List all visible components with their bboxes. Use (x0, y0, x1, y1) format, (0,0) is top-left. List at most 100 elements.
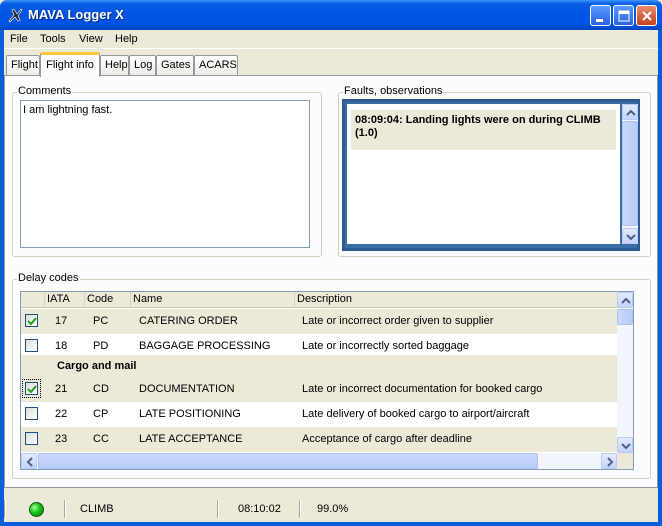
tab-log[interactable]: Log (129, 55, 156, 76)
row-checkbox[interactable] (25, 382, 38, 395)
comments-textarea[interactable]: I am lightning fast. (20, 100, 310, 248)
table-row[interactable]: 23 CC LATE ACCEPTANCE Acceptance of carg… (21, 427, 617, 452)
row-checkbox[interactable] (25, 314, 38, 327)
cell-code: PD (93, 340, 109, 352)
chevron-down-icon (621, 443, 631, 450)
cell-description: Late or incorrectly sorted baggage (302, 340, 469, 352)
tab-strip: Flight Flight info Help Log Gates ACARS (4, 52, 658, 77)
tab-acars[interactable]: ACARS (194, 55, 238, 76)
faults-list[interactable]: 08:09:04: Landing lights were on during … (347, 104, 620, 244)
chevron-up-icon (626, 109, 636, 116)
cell-name: DOCUMENTATION (139, 383, 235, 395)
group-title: Cargo and mail (57, 360, 137, 372)
delay-codes-grid[interactable]: IATA Code Name Description 17 PC CATERIN… (20, 291, 634, 470)
chevron-right-icon (607, 457, 614, 467)
faults-list-frame: 08:09:04: Landing lights were on during … (342, 99, 640, 251)
cell-name: BAGGAGE PROCESSING (139, 340, 271, 352)
maximize-button[interactable] (613, 5, 634, 26)
cell-code: CD (93, 383, 109, 395)
checkmark-icon (27, 317, 37, 326)
scroll-thumb[interactable] (38, 453, 538, 469)
scroll-left-button[interactable] (21, 453, 37, 469)
status-percent: 99.0% (317, 503, 349, 515)
scroll-thumb[interactable] (617, 309, 633, 325)
comments-label: Comments (17, 85, 73, 97)
scrollbar-corner (617, 453, 633, 469)
header-iata[interactable]: IATA (45, 292, 85, 308)
cell-iata: 23 (55, 433, 68, 445)
chevron-left-icon (26, 457, 33, 467)
group-row: Cargo and mail (21, 355, 617, 377)
header-description[interactable]: Description (295, 292, 617, 308)
status-bar: CLIMB 08:10:02 99.0% (4, 496, 658, 522)
cell-code: CC (93, 433, 109, 445)
row-checkbox[interactable] (25, 407, 38, 420)
header-check (21, 292, 45, 308)
plane-icon (8, 8, 23, 23)
status-separator (299, 500, 301, 518)
checkmark-icon (27, 385, 37, 394)
menu-view[interactable]: View (79, 33, 103, 45)
header-code[interactable]: Code (85, 292, 131, 308)
table-row[interactable]: 17 PC CATERING ORDER Late or incorrect o… (21, 309, 617, 334)
table-row[interactable]: 22 CP LATE POSITIONING Late delivery of … (21, 402, 617, 427)
cell-name: LATE ACCEPTANCE (139, 433, 243, 445)
cell-name: CATERING ORDER (139, 315, 238, 327)
menu-file[interactable]: File (10, 33, 28, 45)
fault-item[interactable]: 08:09:04: Landing lights were on during … (351, 110, 616, 150)
comments-group: Comments I am lightning fast. (12, 85, 322, 257)
menu-help[interactable]: Help (115, 33, 138, 45)
chevron-up-icon (621, 297, 631, 304)
grid-vertical-scrollbar[interactable] (617, 292, 633, 453)
cell-iata: 17 (55, 315, 68, 327)
window-title: MAVA Logger X (28, 7, 124, 22)
status-separator (64, 500, 66, 518)
delay-codes-group: Delay codes IATA Code Name Description 1… (12, 272, 651, 479)
tab-flight[interactable]: Flight (6, 55, 40, 76)
faults-scrollbar[interactable] (622, 104, 638, 244)
flight-info-panel: Comments I am lightning fast. Faults, ob… (4, 75, 658, 488)
cell-code: PC (93, 315, 109, 327)
client-area: File Tools View Help Flight Flight info … (4, 30, 658, 522)
row-checkbox[interactable] (25, 432, 38, 445)
tab-flight-info[interactable]: Flight info (40, 52, 100, 77)
tab-help[interactable]: Help (100, 55, 129, 76)
scroll-up-button[interactable] (622, 104, 638, 120)
tab-gates[interactable]: Gates (156, 55, 194, 76)
status-separator (217, 500, 219, 518)
scroll-down-button[interactable] (622, 228, 638, 244)
chevron-down-icon (626, 234, 636, 241)
close-button[interactable] (636, 5, 657, 26)
delay-codes-label: Delay codes (17, 272, 80, 284)
close-icon (642, 11, 652, 21)
table-row[interactable]: 21 CD DOCUMENTATION Late or incorrect do… (21, 377, 617, 402)
title-bar[interactable]: MAVA Logger X (0, 0, 662, 30)
cell-description: Late or incorrect documentation for book… (302, 383, 543, 395)
cell-code: CP (93, 408, 109, 420)
cell-description: Late or incorrect order given to supplie… (302, 315, 494, 327)
row-checkbox[interactable] (25, 339, 38, 352)
scroll-right-button[interactable] (601, 453, 617, 469)
minimize-icon (596, 19, 603, 22)
scroll-down-button[interactable] (617, 437, 633, 453)
header-name[interactable]: Name (131, 292, 295, 308)
cell-iata: 18 (55, 340, 68, 352)
cell-name: LATE POSITIONING (139, 408, 241, 420)
minimize-button[interactable] (590, 5, 611, 26)
status-phase: CLIMB (80, 503, 114, 515)
scroll-up-button[interactable] (617, 292, 633, 308)
app-window: MAVA Logger X File Tools View Help Fligh… (0, 0, 662, 526)
status-indicator-icon (29, 502, 44, 517)
cell-description: Late delivery of booked cargo to airport… (302, 408, 530, 420)
status-time: 08:10:02 (238, 503, 281, 515)
faults-group: Faults, observations 08:09:04: Landing l… (338, 85, 651, 257)
grid-horizontal-scrollbar[interactable] (21, 453, 617, 469)
menu-tools[interactable]: Tools (40, 33, 66, 45)
cell-iata: 21 (55, 383, 68, 395)
scroll-thumb[interactable] (622, 121, 638, 226)
faults-label: Faults, observations (343, 85, 444, 97)
maximize-icon (618, 10, 630, 22)
grid-header: IATA Code Name Description (21, 292, 617, 308)
menu-bar: File Tools View Help (4, 30, 658, 49)
cell-iata: 22 (55, 408, 68, 420)
